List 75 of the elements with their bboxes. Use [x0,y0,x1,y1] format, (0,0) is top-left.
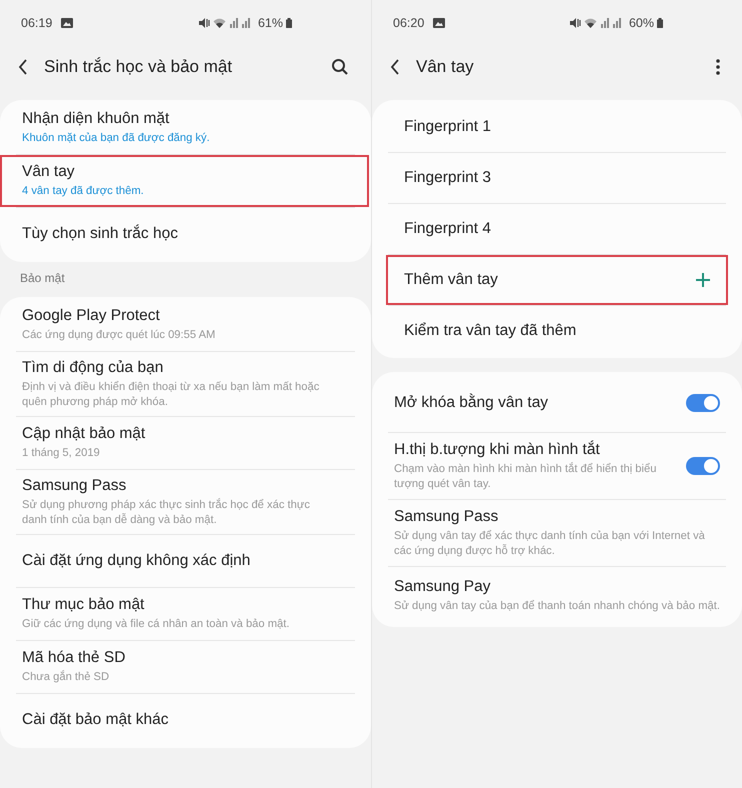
item-title: Google Play Protect [22,307,161,326]
battery-icon [657,18,663,28]
section-header: Bảo mật [19,270,66,287]
item-description: Chưa gắn thẻ SD [22,670,110,686]
settings-item[interactable]: Nhận diện khuôn mặt Khuôn mặt của bạn đã được đăng ký. [0,102,369,154]
toggle-switch[interactable] [686,394,720,412]
signal-icon [600,18,624,28]
settings-item[interactable]: Vân tay 4 vân tay đã được thêm. [0,155,369,207]
settings-item[interactable]: Tùy chọn sinh trắc học [0,208,369,260]
item-title: Thêm vân tay [404,271,499,289]
item-description: Các ứng dụng được quét lúc 09:55 AM [22,328,216,343]
item-description: Sử dụng vân tay của bạn để thanh toán nhanh chóng và bảo mật. [394,599,720,614]
item-description: Khuôn mặt của bạn đã được đăng ký. [22,131,211,146]
item-description: Giữ các ứng dụng và file cá nhân an toàn và bảo mật. [22,617,290,632]
wifi-icon [212,18,226,28]
battery-level: 61% [258,16,283,30]
back-icon [18,59,28,75]
item-title: Cài đặt bảo mật khác [22,711,170,730]
toggle-switch[interactable] [686,457,720,476]
add-icon [696,273,710,287]
item-title: Fingerprint 4 [404,220,492,238]
status-time: 06:19 [21,16,52,30]
item-title: Tìm di động của bạn [22,359,164,377]
settings-item[interactable]: Samsung Pass Sử dụng vân tay để xác thực danh tính của bạn với Internet và các ứng dụng được hỗ trợ khác. [372,500,740,566]
image-icon [61,18,74,28]
item-title: Samsung Pass [22,477,128,496]
image-icon [433,18,446,28]
wifi-icon [584,18,597,28]
search-icon [331,58,349,76]
battery-level: 60% [628,16,654,30]
settings-item[interactable]: Google Play Protect Các ứng dụng được quét lúc 09:55 AM [0,299,369,351]
item-title: Mở khóa bằng vân tay [394,394,550,412]
item-title: Cập nhật bảo mật [22,425,146,444]
item-title: Fingerprint 1 [404,118,492,136]
item-title: Mã hóa thẻ SD [22,649,126,668]
item-title: H.thị b.tượng khi màn hình tắt [394,441,601,459]
item-description: Định vị và điều khiển điện thoại từ xa nếu bạn làm mất hoặc quên phương pháp mở khóa. [22,380,320,410]
settings-item[interactable]: Samsung Pay Sử dụng vân tay của bạn để thanh toán nhanh chóng và bảo mật. [372,567,740,626]
item-description: 4 vân tay đã được thêm. [22,184,145,199]
item-description: Sử dụng vân tay để xác thực danh tính của bạn với Internet và các ứng dụng được hỗ trợ khác. [394,529,706,558]
settings-item[interactable]: Cài đặt bảo mật khác [0,694,369,746]
item-title: Samsung Pay [394,578,492,596]
settings-item[interactable]: Cập nhật bảo mật 1 tháng 5, 2019 [0,417,369,470]
settings-item[interactable]: Cài đặt ứng dụng không xác định [0,535,369,588]
settings-item[interactable]: Mở khóa bằng vân tay [372,374,740,432]
item-title: Nhận diện khuôn mặt [22,110,170,128]
mute-icon [198,18,210,28]
settings-item[interactable]: Fingerprint 3 [386,153,728,203]
item-title: Thư mục bảo mật [22,596,146,614]
more-icon [716,59,720,75]
item-title: Samsung Pass [394,508,500,526]
item-title: Fingerprint 3 [404,169,492,187]
item-description: Chạm vào màn hình khi màn hình tắt để hiển thị biểu tượng quét vân tay. [394,462,658,492]
battery-icon [286,18,292,28]
settings-item[interactable]: Kiểm tra vân tay đã thêm [386,306,728,356]
item-title: Kiểm tra vân tay đã thêm [404,322,578,340]
page-title: Sinh trắc học và bảo mật [44,57,232,77]
page-title: Vân tay [416,57,474,77]
item-description: 1 tháng 5, 2019 [22,446,101,461]
settings-item[interactable]: Fingerprint 1 [386,102,728,152]
item-title: Vân tay [22,163,76,182]
back-icon [390,59,400,75]
settings-item[interactable]: H.thị b.tượng khi màn hình tắt Chạm vào màn hình khi màn hình tắt để hiển thị biểu tượng quét vân tay. [372,433,740,500]
settings-item[interactable]: Thêm vân tay [386,255,728,305]
item-description: Sử dụng phương pháp xác thực sinh trắc học để xác thực danh tính của bạn dễ dàng và bảo mật. [22,498,311,528]
item-title: Tùy chọn sinh trắc học [22,225,179,243]
signal-icon [228,18,253,28]
settings-item[interactable]: Fingerprint 4 [386,204,728,254]
status-time: 06:20 [393,16,424,30]
settings-item[interactable]: Tìm di động của bạn Định vị và điều khiển điện thoại từ xa nếu bạn làm mất hoặc quên phương pháp mở khóa. [0,352,369,416]
item-title: Cài đặt ứng dụng không xác định [22,552,252,570]
mute-icon [570,18,581,28]
settings-item[interactable]: Mã hóa thẻ SD Chưa gắn thẻ SD [0,641,369,694]
settings-item[interactable]: Samsung Pass Sử dụng phương pháp xác thực sinh trắc học để xác thực danh tính của bạn dễ dàng và bảo mật. [0,470,369,534]
settings-item[interactable]: Thư mục bảo mật Giữ các ứng dụng và file cá nhân an toàn và bảo mật. [0,588,369,640]
